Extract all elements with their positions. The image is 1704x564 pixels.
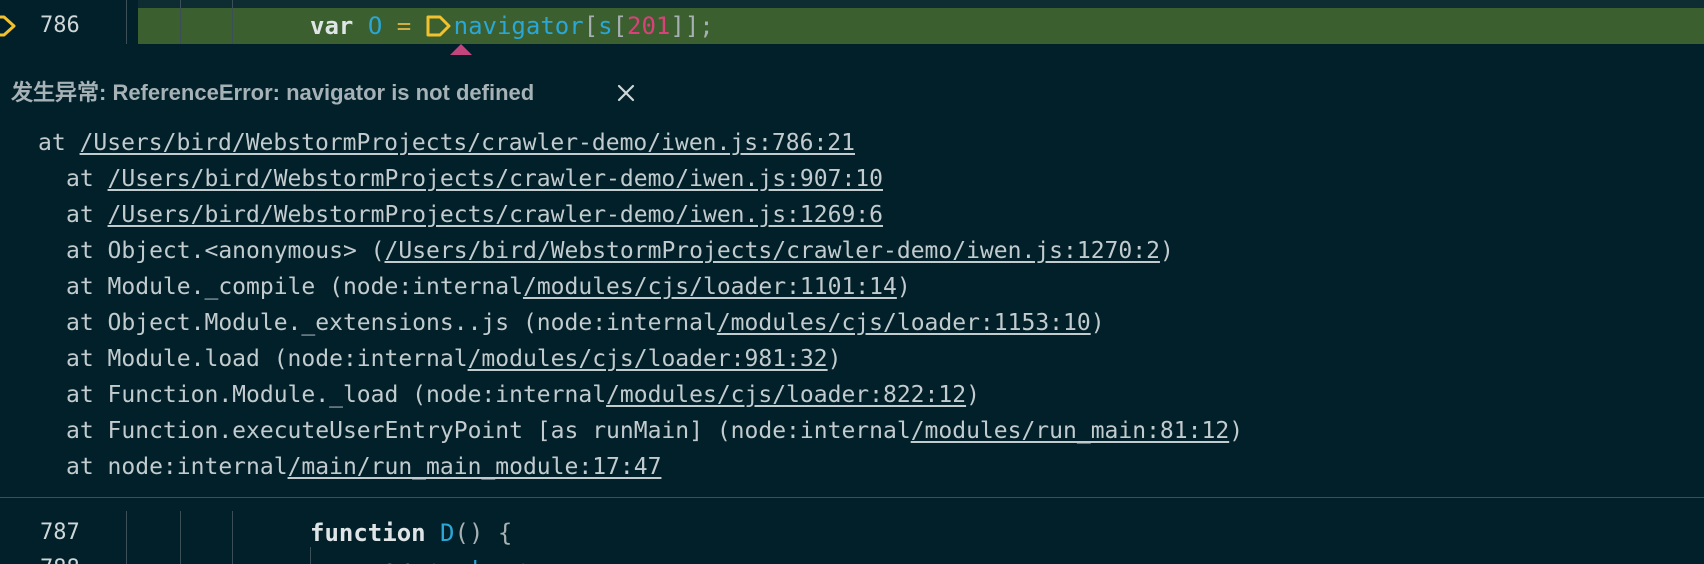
code-text[interactable]: var O = navigator[s[201]]; <box>310 8 714 44</box>
number-literal: 201 <box>627 12 671 40</box>
indent-guide <box>232 547 233 564</box>
line-number: 788 <box>40 551 100 564</box>
identifier-o: O <box>367 12 383 40</box>
inline-breakpoint-icon[interactable] <box>426 14 452 38</box>
indent-guide <box>180 0 181 44</box>
stack-frame-link[interactable]: /modules/cjs/loader:1101:14 <box>523 274 897 300</box>
function-name: D <box>440 519 455 547</box>
stack-frame-link[interactable]: /Users/bird/WebstormProjects/crawler-dem… <box>80 130 855 156</box>
identifier-navigator: navigator <box>453 12 584 40</box>
keyword-var: var <box>368 555 411 564</box>
stack-frame: at Function.executeUserEntryPoint [as ru… <box>66 418 1244 444</box>
stack-frame-link[interactable]: /Users/bird/WebstormProjects/crawler-dem… <box>385 238 1160 264</box>
gutter-divider <box>126 0 127 44</box>
debug-editor: 786 var O = navigator[s[201]]; 发生异常: Ref… <box>0 0 1704 564</box>
code-line-786[interactable]: 786 var O = navigator[s[201]]; <box>0 0 1704 55</box>
keyword-var: var <box>310 12 354 40</box>
stack-frame: at node:internal/main/run_main_module:17… <box>66 454 662 480</box>
code-text[interactable]: var n, t, r; <box>368 551 541 564</box>
stack-frame: at Module.load (node:internal/modules/cj… <box>66 346 842 372</box>
identifier-s: s <box>598 12 613 40</box>
line-highlight-top <box>138 0 1704 8</box>
stack-frame: at Object.Module._extensions..js (node:i… <box>66 310 1105 336</box>
stack-frame: at Module._compile (node:internal/module… <box>66 274 911 300</box>
line-number: 787 <box>40 520 80 545</box>
stack-frame: at /Users/bird/WebstormProjects/crawler-… <box>66 202 883 228</box>
stack-frame: at /Users/bird/WebstormProjects/crawler-… <box>66 166 883 192</box>
bracket-open: [ <box>583 12 599 40</box>
operator-equals: = <box>396 12 412 40</box>
code-rest: () { <box>454 519 513 547</box>
bracket-close: ]]; <box>670 12 714 40</box>
breakpoint-icon[interactable] <box>0 14 18 38</box>
stack-frame: at Function.Module._load (node:internal/… <box>66 382 980 408</box>
close-icon[interactable] <box>611 78 641 108</box>
exception-title: 发生异常: ReferenceError: navigator is not d… <box>11 80 535 105</box>
stack-frame-link[interactable]: /Users/bird/WebstormProjects/crawler-dem… <box>108 202 883 228</box>
line-number: 786 <box>40 13 80 38</box>
indent-guide <box>232 511 233 547</box>
bracket-open: [ <box>612 12 628 40</box>
error-pointer-caret <box>450 44 472 55</box>
keyword-function: function <box>310 519 426 547</box>
gutter-divider <box>126 547 127 564</box>
stack-frame-link[interactable]: /modules/cjs/loader:822:12 <box>606 382 966 408</box>
code-line-788[interactable]: 788 var n, t, r; <box>0 547 1704 564</box>
indent-guide <box>310 547 311 564</box>
indent-guide <box>180 547 181 564</box>
stack-frame-link[interactable]: /modules/cjs/loader:1153:10 <box>717 310 1091 336</box>
code-text[interactable]: function D() { <box>310 515 512 551</box>
indent-guide <box>180 511 181 547</box>
stack-frame: at Object.<anonymous> (/Users/bird/Webst… <box>66 238 1174 264</box>
indent-guide <box>232 0 233 44</box>
exception-widget: 发生异常: ReferenceError: navigator is not d… <box>0 55 1704 498</box>
gutter-divider <box>126 511 127 547</box>
stack-frame-link[interactable]: /modules/cjs/loader:981:32 <box>468 346 828 372</box>
code-rest: n, t, r; <box>426 555 542 564</box>
stack-frame-link[interactable]: /main/run_main_module:17:47 <box>288 454 662 480</box>
stack-frame: at /Users/bird/WebstormProjects/crawler-… <box>38 130 855 156</box>
stack-frame-link[interactable]: /Users/bird/WebstormProjects/crawler-dem… <box>108 166 883 192</box>
stack-frame-link[interactable]: /modules/run_main:81:12 <box>911 418 1230 444</box>
